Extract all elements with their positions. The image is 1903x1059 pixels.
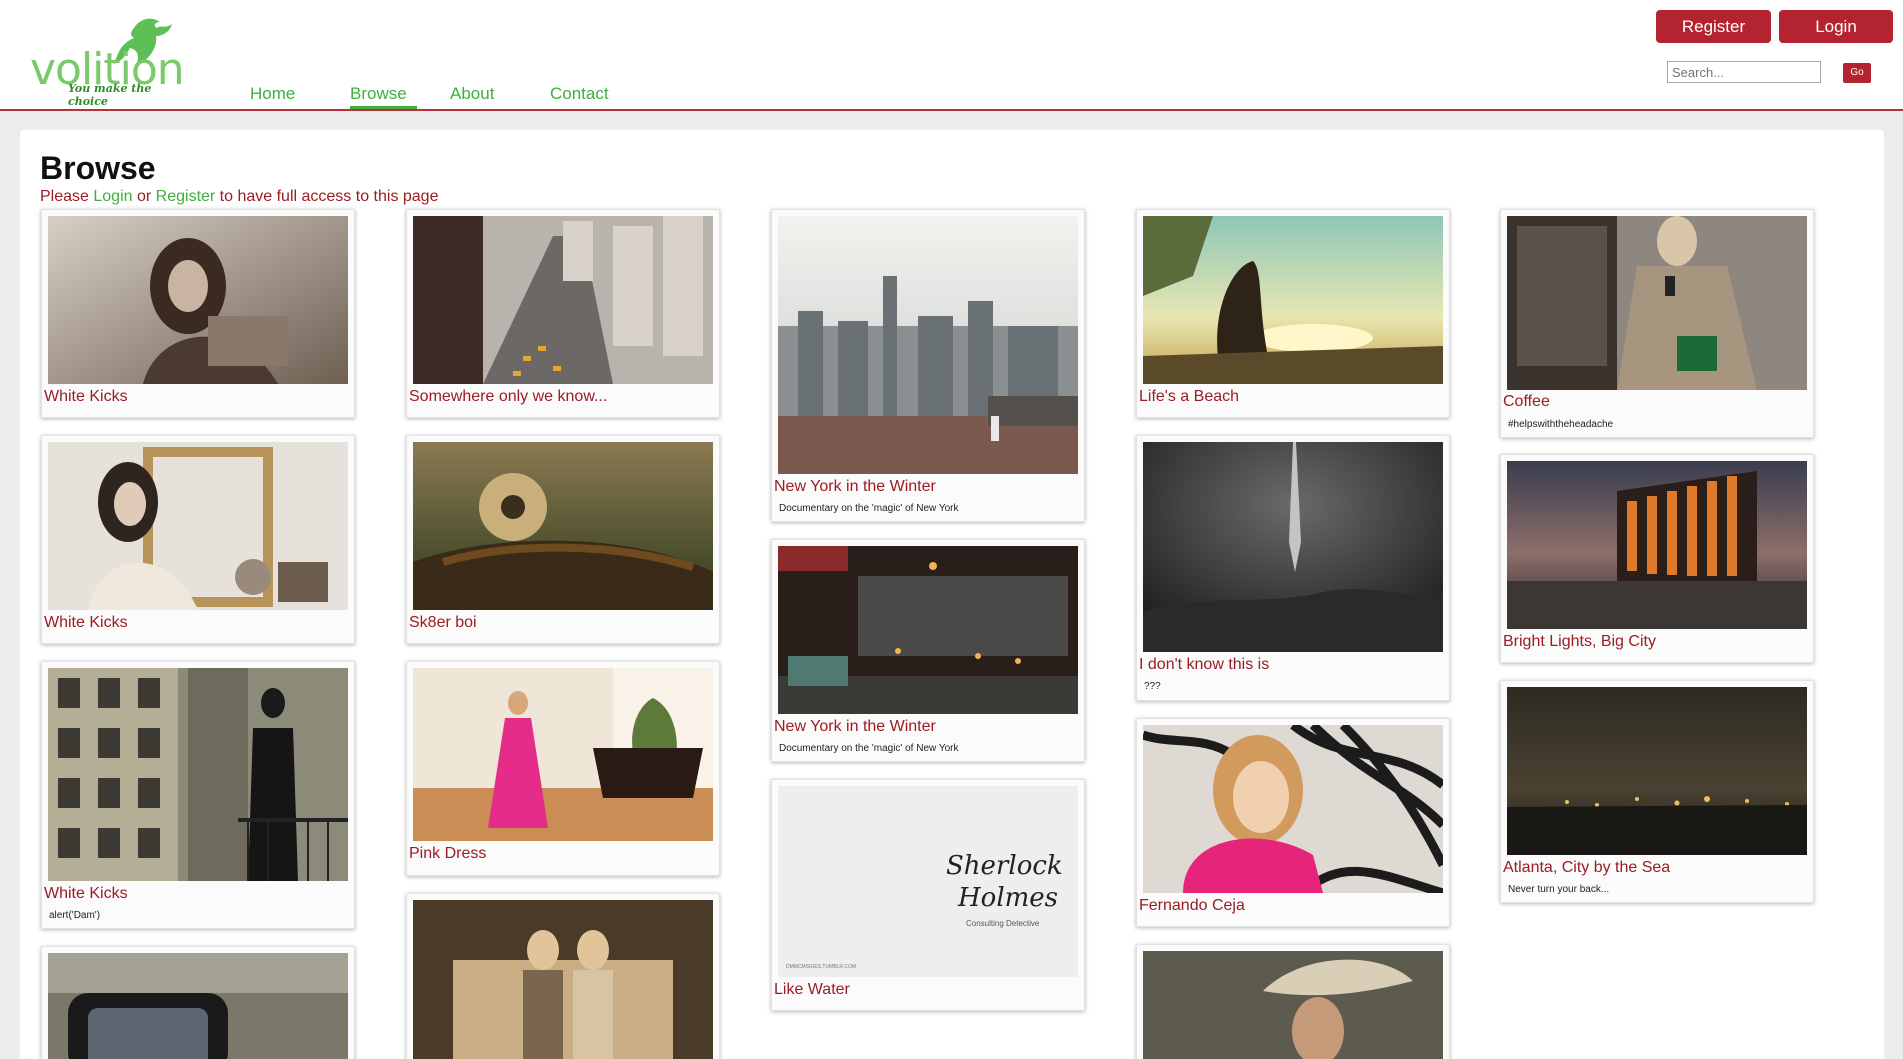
consulting-detective-caption: Consulting Detective (966, 919, 1040, 928)
holmes-image-title: Holmes (957, 883, 1058, 913)
tumblr-watermark: DMMCMSGIES.TUMBLR.COM (786, 964, 856, 970)
photo-card[interactable]: Coffee #helpswiththeheadache (1500, 209, 1814, 438)
card-photo[interactable] (413, 900, 713, 1059)
search-go-button[interactable]: Go (1843, 63, 1871, 83)
photo-card[interactable] (41, 946, 355, 1059)
page-title: Browse (40, 150, 156, 186)
photo-card[interactable]: Fernando Ceja (1136, 718, 1450, 927)
photo-card[interactable]: Atlanta, City by the Sea Never turn your… (1500, 680, 1814, 903)
photo-card[interactable]: New York in the Winter Documentary on th… (771, 209, 1085, 522)
card-description: Never turn your back... (1508, 884, 1610, 895)
photo-card[interactable] (1136, 944, 1450, 1059)
card-description: #helpswiththeheadache (1508, 419, 1614, 430)
photo-card[interactable]: Sk8er boi (406, 435, 720, 644)
card-title: Fernando Ceja (1139, 897, 1245, 914)
photo-card[interactable]: White Kicks (41, 209, 355, 418)
card-description: Documentary on the 'magic' of New York (779, 503, 959, 514)
volition-logo[interactable]: volition You make the choice (28, 16, 185, 108)
photo-card[interactable]: White Kicks (41, 435, 355, 644)
card-photo[interactable] (778, 216, 1078, 474)
card-title: New York in the Winter (774, 478, 936, 495)
card-photo[interactable] (1143, 725, 1443, 893)
card-title: Life's a Beach (1139, 388, 1240, 405)
card-photo[interactable]: Sherlock Holmes Consulting Detective DMMCMS… (778, 786, 1078, 977)
card-photo[interactable] (1143, 442, 1443, 652)
card-photo[interactable] (1507, 687, 1807, 855)
card-photo[interactable] (1507, 216, 1807, 390)
access-note: Please Login or Register to have full ac… (40, 188, 438, 206)
photo-card[interactable]: White Kicks alert('Dam') (41, 661, 355, 929)
card-title: Bright Lights, Big City (1503, 633, 1656, 650)
nav-contact[interactable]: Contact (550, 84, 609, 109)
card-photo[interactable] (413, 668, 713, 841)
nav-browse[interactable]: Browse (350, 84, 417, 109)
card-title: Somewhere only we know... (409, 388, 608, 405)
photo-card[interactable]: Life's a Beach (1136, 209, 1450, 418)
card-title: I don't know this is (1139, 656, 1270, 673)
card-photo[interactable] (413, 442, 713, 610)
card-photo[interactable] (48, 216, 348, 384)
access-note-post: to have full access to this page (215, 188, 439, 205)
card-photo[interactable] (778, 546, 1078, 714)
card-description: Documentary on the 'magic' of New York (779, 743, 959, 754)
card-title: White Kicks (44, 885, 128, 902)
card-description: ??? (1144, 681, 1161, 692)
card-photo[interactable] (1143, 216, 1443, 384)
card-photo[interactable] (413, 216, 713, 384)
card-title: Like Water (774, 981, 850, 998)
photo-card[interactable]: Pink Dress (406, 661, 720, 876)
card-photo[interactable] (48, 442, 348, 610)
search-input[interactable] (1667, 61, 1821, 83)
nav-home[interactable]: Home (250, 84, 295, 109)
access-register-link[interactable]: Register (156, 188, 216, 205)
card-title: Coffee (1503, 393, 1550, 410)
nav-about[interactable]: About (450, 84, 494, 109)
photo-card[interactable]: Bright Lights, Big City (1500, 454, 1814, 663)
card-photo[interactable] (1507, 461, 1807, 629)
card-description: alert('Dam') (49, 910, 101, 921)
card-title: Pink Dress (409, 845, 487, 862)
card-title: White Kicks (44, 614, 128, 631)
card-title: New York in the Winter (774, 718, 936, 735)
card-photo[interactable] (48, 953, 348, 1059)
card-photo[interactable] (48, 668, 348, 881)
photo-card[interactable]: I don't know this is ??? (1136, 435, 1450, 701)
access-login-link[interactable]: Login (93, 188, 132, 205)
card-title: Sk8er boi (409, 614, 477, 631)
photo-card[interactable]: New York in the Winter Documentary on th… (771, 539, 1085, 762)
sherlock-image-title: Sherlock (946, 851, 1063, 881)
photo-card[interactable]: Somewhere only we know... (406, 209, 720, 418)
logo-tagline: You make the choice (68, 82, 152, 108)
access-note-pre: Please (40, 188, 94, 205)
card-title: Atlanta, City by the Sea (1503, 859, 1671, 876)
login-button[interactable]: Login (1779, 10, 1893, 43)
register-button[interactable]: Register (1656, 10, 1771, 43)
access-note-or: or (132, 188, 156, 205)
photo-card[interactable] (406, 893, 720, 1059)
card-title: White Kicks (44, 388, 128, 405)
photo-card[interactable]: Sherlock Holmes Consulting Detective DMMCMS… (771, 779, 1085, 1011)
card-photo[interactable] (1143, 951, 1443, 1059)
site-header: volition You make the choice Home Browse… (0, 0, 1903, 111)
